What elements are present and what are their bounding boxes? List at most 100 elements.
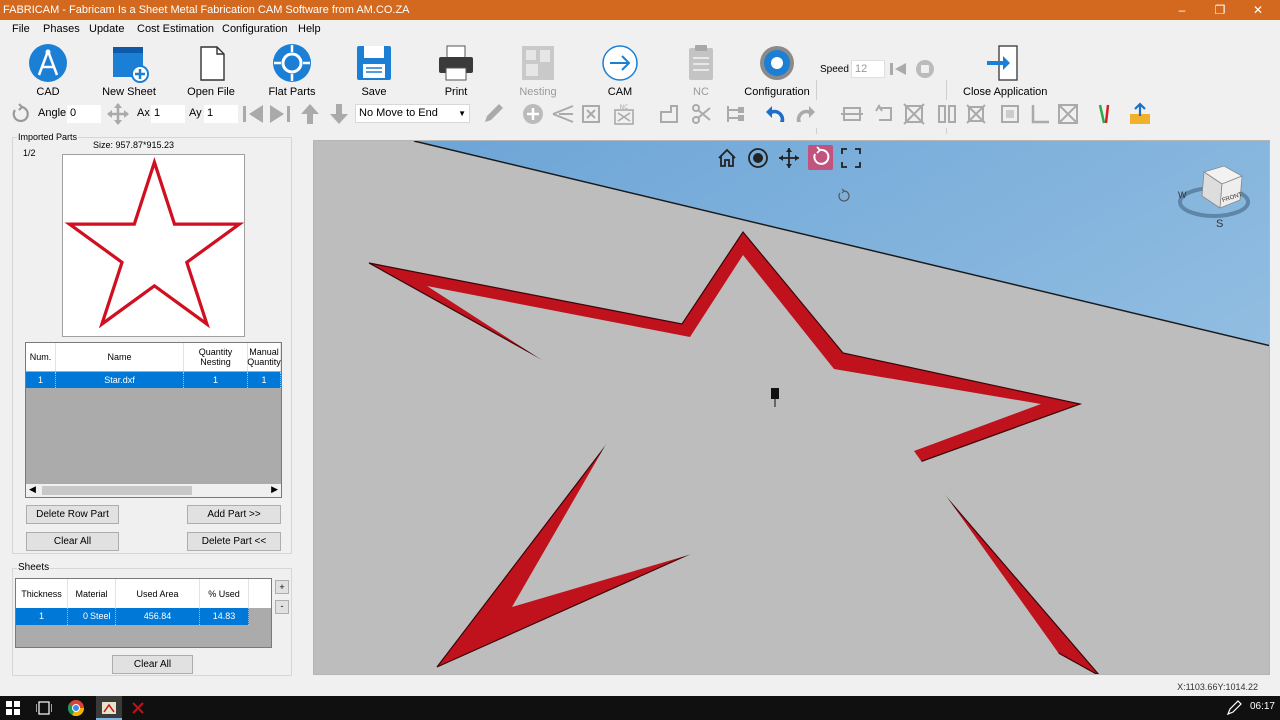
move-to-end-icon[interactable] [268,102,292,126]
corner-icon[interactable] [657,102,681,126]
orbit-icon[interactable] [747,147,769,169]
close-application-button[interactable]: Close Application [963,41,1047,98]
ax-label: Ax [137,107,150,119]
nc-button[interactable]: NC [661,41,741,98]
move-down-icon[interactable] [327,102,351,126]
printer-icon [439,45,473,81]
part-page-indicator[interactable]: 1/2 [23,148,36,158]
rotate-view-icon[interactable] [808,145,833,170]
3d-viewport[interactable] [313,140,1270,675]
move-to-start-icon[interactable] [241,102,265,126]
col-manual-quantity[interactable]: Manual Quantity [247,343,281,371]
scroll-left-icon[interactable]: ◀ [29,484,36,495]
menu-file[interactable]: File [12,23,30,35]
rotate-icon[interactable] [9,102,33,126]
col-used-area[interactable]: Used Area [116,579,200,608]
configuration-button[interactable]: Configuration [737,41,817,98]
angle-input[interactable]: 0 [67,105,101,123]
taskbar-app-fabricam[interactable] [96,696,122,720]
stop-icon[interactable] [915,59,935,79]
part-size-label: Size: 957.87*915.23 [93,140,175,150]
task-view-icon[interactable] [36,701,52,715]
add-sheet-button[interactable]: + [275,580,289,594]
cam-button[interactable]: CAM [580,41,660,98]
open-file-button[interactable]: Open File [171,41,251,98]
table-row[interactable]: 1 Star.dxf 1 1 [26,372,281,388]
col-num[interactable]: Num. [26,343,56,371]
menu-cost-estimation[interactable]: Cost Estimation [137,23,214,35]
menu-update[interactable]: Update [89,23,124,35]
col-name[interactable]: Name [56,343,184,371]
menu-configuration[interactable]: Configuration [222,23,287,35]
cad-button[interactable]: CAD [8,41,88,98]
pencil-icon[interactable] [481,102,505,126]
table-row[interactable]: 1 0 Steel 456.84 14.83 [16,608,249,625]
nesting-button[interactable]: Nesting [498,41,578,98]
rotate-part-icon[interactable] [873,102,897,126]
clear-all-parts-button[interactable]: Clear All [26,532,119,551]
parts-grid[interactable]: Num. Name Quantity Nesting Manual Quanti… [25,342,282,498]
ax-input[interactable]: 1 [151,105,185,123]
restore-button[interactable]: ❐ [1200,0,1240,20]
pan-icon[interactable] [778,147,800,169]
scissors-icon[interactable] [690,102,714,126]
chevron-down-icon: ▼ [458,109,466,118]
move-option-select[interactable]: No Move to End ▼ [355,104,470,123]
scene-canvas[interactable] [314,141,1270,675]
col-thickness[interactable]: Thickness [16,579,68,608]
mirror-icon[interactable] [935,102,959,126]
minimize-button[interactable]: – [1162,0,1202,20]
clear-sheet-icon[interactable] [1056,102,1080,126]
sheets-grid[interactable]: Thickness Material Used Area % Used 1 0 … [15,578,272,648]
compass-west-label[interactable]: W [1178,190,1187,200]
move-icon[interactable] [106,102,130,126]
print-button[interactable]: Print [416,41,496,98]
flat-parts-button[interactable]: Flat Parts [252,41,332,98]
redo-icon[interactable] [793,102,817,126]
col-material[interactable]: Material [68,579,116,608]
lead-in-icon[interactable] [551,102,575,126]
scrollbar-thumb[interactable] [42,486,192,495]
menu-help[interactable]: Help [298,23,321,35]
delete-shape-icon[interactable] [902,102,926,126]
pen-tray-icon[interactable] [1226,700,1242,716]
distribute-icon[interactable] [964,102,988,126]
clear-all-sheets-button[interactable]: Clear All [112,655,193,674]
save-button[interactable]: Save [334,41,414,98]
corner-l-icon[interactable] [1027,102,1051,126]
col-percent-used[interactable]: % Used [200,579,249,608]
windows-start-icon[interactable] [6,701,20,715]
new-sheet-button[interactable]: New Sheet [89,41,169,98]
compass-south-label[interactable]: S [1216,218,1223,230]
nc-remove-icon[interactable]: NC [612,102,636,126]
chrome-icon[interactable] [68,700,84,716]
speed-input[interactable]: 12 [851,60,885,78]
menu-phases[interactable]: Phases [43,23,80,35]
add-circle-icon[interactable] [521,102,545,126]
undo-icon[interactable] [764,102,788,126]
close-window-button[interactable]: ✕ [1238,0,1278,20]
remove-sheet-button[interactable]: - [275,600,289,614]
add-part-button[interactable]: Add Part >> [187,505,281,524]
step-back-icon[interactable] [888,59,908,79]
fullscreen-icon[interactable] [840,147,862,169]
align-icon[interactable] [840,102,864,126]
view-cube[interactable]: FRONT W S [1176,162,1252,234]
bridge-icon[interactable] [579,102,603,126]
scroll-right-icon[interactable]: ▶ [271,484,278,495]
taskbar-app-icon[interactable] [130,700,146,716]
angle-label: Angle [38,107,67,119]
home-icon[interactable] [716,147,738,169]
delete-part-button[interactable]: Delete Part << [187,532,281,551]
imported-parts-title: Imported Parts [17,132,79,142]
tool-colors-icon[interactable] [1094,102,1118,126]
frame-icon[interactable] [998,102,1022,126]
delete-row-part-button[interactable]: Delete Row Part [26,505,119,524]
col-quantity-nesting[interactable]: Quantity Nesting [184,343,248,371]
sheets-grid-header: Thickness Material Used Area % Used [16,579,271,608]
ay-input[interactable]: 1 [204,105,238,123]
move-up-icon[interactable] [298,102,322,126]
tree-icon[interactable] [724,102,748,126]
export-icon[interactable] [1128,102,1152,126]
horizontal-scrollbar[interactable]: ◀ ▶ [26,484,281,497]
